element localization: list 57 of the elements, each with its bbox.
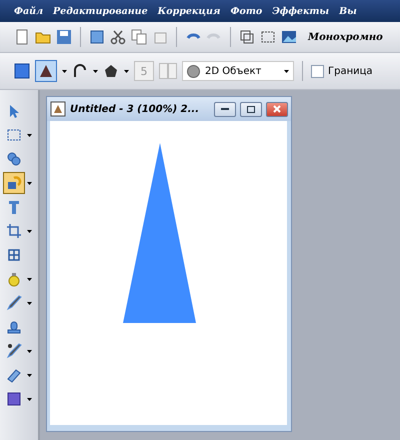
gradient-icon	[6, 391, 22, 407]
close-button[interactable]	[266, 102, 288, 116]
maximize-button[interactable]	[240, 102, 262, 116]
minimize-icon	[221, 108, 229, 110]
caret-icon[interactable]	[27, 398, 32, 400]
caret-icon[interactable]	[27, 182, 32, 184]
text-icon	[6, 199, 22, 215]
eraser-icon	[6, 367, 22, 383]
stamp-icon	[6, 319, 22, 335]
save-icon[interactable]	[56, 29, 72, 45]
caret-icon[interactable]	[93, 70, 98, 72]
new-file-icon[interactable]	[14, 29, 30, 45]
tool-button[interactable]	[3, 172, 25, 194]
menu-item[interactable]: Фото	[230, 6, 262, 16]
brush-icon	[6, 295, 22, 311]
toolbar-label: Монохромно	[308, 32, 383, 42]
color-swatch-icon[interactable]	[14, 63, 30, 79]
crop-icon	[6, 223, 22, 239]
menu-item[interactable]: Коррекция	[158, 6, 220, 16]
menu-item[interactable]: Файл	[14, 6, 44, 16]
minimize-button[interactable]	[214, 102, 236, 116]
caret-icon[interactable]	[27, 374, 32, 376]
sphere-icon	[187, 64, 200, 78]
border-checkbox[interactable]: Граница	[311, 64, 373, 78]
caret-icon[interactable]	[27, 302, 32, 304]
bulb-icon	[6, 271, 22, 287]
caret-icon[interactable]	[27, 230, 32, 232]
image-icon[interactable]	[281, 29, 297, 45]
curve-icon[interactable]	[72, 63, 88, 79]
caret-icon[interactable]	[27, 350, 32, 352]
selection-icon	[6, 127, 22, 143]
caret-icon[interactable]	[124, 70, 129, 72]
caret-icon[interactable]	[27, 278, 32, 280]
triangle-icon	[39, 64, 53, 78]
document-title: Untitled - 3 (100%) 2...	[70, 104, 200, 114]
shapes-icon	[6, 175, 22, 191]
document-icon[interactable]	[50, 101, 66, 117]
menu-item[interactable]: Вы	[339, 6, 357, 16]
grid-icon	[6, 247, 22, 263]
caret-icon[interactable]	[27, 134, 32, 136]
window-icon[interactable]	[89, 29, 105, 45]
resize-icon[interactable]	[239, 29, 255, 45]
shape-button[interactable]	[35, 60, 57, 82]
circles-icon	[6, 151, 22, 167]
object-type-dropdown[interactable]: 2D Объект	[182, 61, 294, 81]
caret-icon[interactable]	[284, 70, 289, 72]
pentagon-icon[interactable]	[103, 63, 119, 79]
menu-item[interactable]: Редактирование	[53, 6, 148, 16]
close-icon	[273, 105, 281, 113]
menu-item[interactable]: Эффекты	[272, 6, 330, 16]
triangle-shape[interactable]	[123, 143, 196, 323]
caret-icon[interactable]	[62, 70, 67, 72]
maximize-icon	[247, 106, 255, 112]
cut-icon[interactable]	[110, 29, 126, 45]
spray-icon	[6, 343, 22, 359]
copy-icon[interactable]	[131, 29, 147, 45]
crop-icon[interactable]	[260, 29, 276, 45]
